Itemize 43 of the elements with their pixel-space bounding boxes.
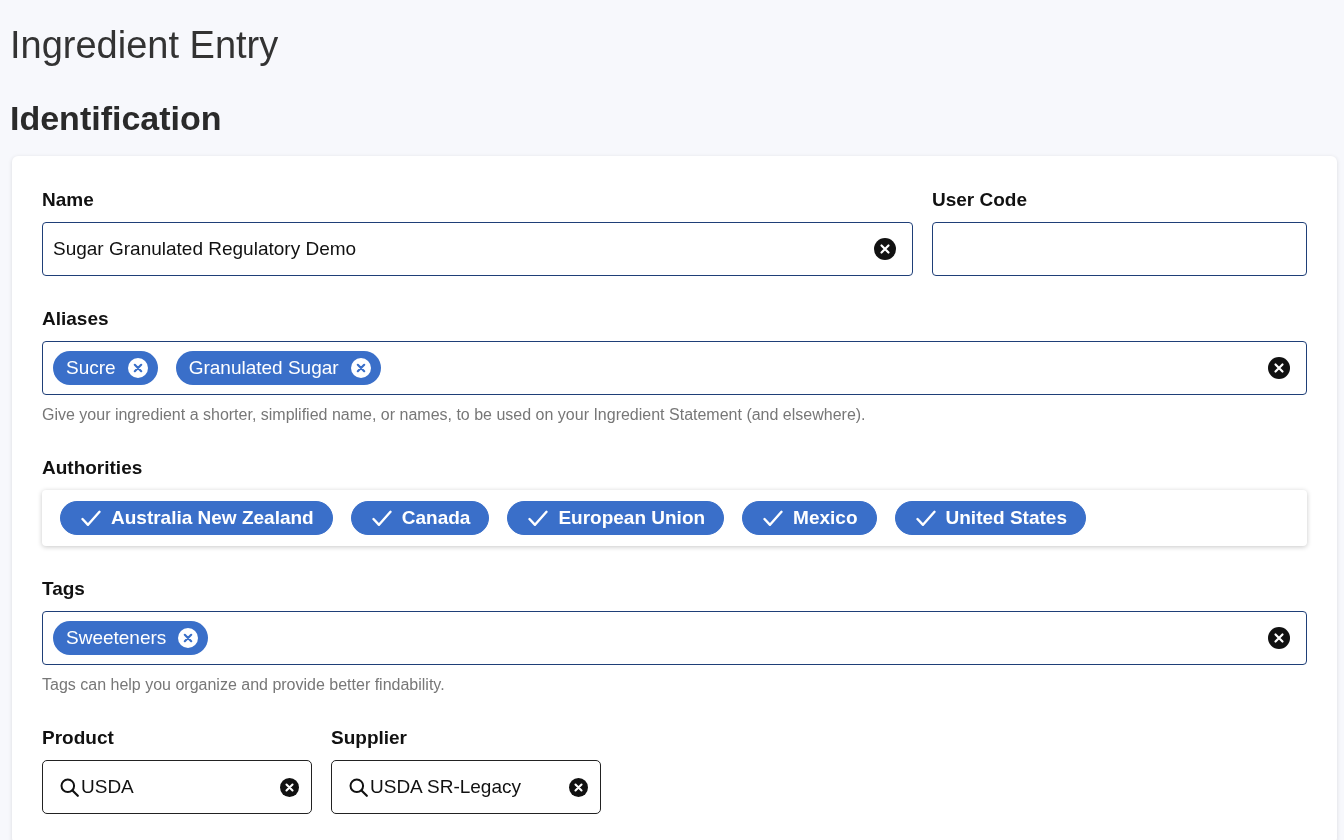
chip-label: Sweeteners <box>66 627 167 649</box>
authority-toggle[interactable]: Canada <box>350 501 490 535</box>
check-icon <box>528 509 549 527</box>
clear-icon[interactable] <box>1268 357 1290 379</box>
field-label: Supplier <box>331 727 407 749</box>
input-value: Sugar Granulated Regulatory Demo <box>53 238 358 260</box>
clear-icon[interactable] <box>569 777 588 797</box>
check-icon <box>915 509 936 527</box>
help-text: Give your ingredient a shorter, simplified name, or names, to be used on your Ingredient Statement (and elsewhere). <box>42 405 866 425</box>
authority-toggle[interactable]: Mexico <box>742 501 877 535</box>
remove-icon[interactable] <box>350 358 371 378</box>
user-code-field[interactable] <box>932 222 1307 276</box>
remove-icon[interactable] <box>127 358 148 378</box>
search-icon <box>60 777 79 797</box>
clear-icon[interactable] <box>280 777 299 797</box>
chip-label: Sucre <box>66 357 116 379</box>
tags-field[interactable]: Sweeteners <box>42 611 1307 665</box>
page-title: Ingredient Entry <box>10 23 279 68</box>
field-label: Aliases <box>42 308 109 330</box>
product-search-field[interactable]: USDA <box>42 760 312 814</box>
authority-toggle[interactable]: Australia New Zealand <box>60 501 333 535</box>
field-label: Authorities <box>42 457 143 479</box>
clear-icon[interactable] <box>874 238 896 260</box>
search-icon <box>349 777 368 797</box>
field-label: User Code <box>932 189 1028 211</box>
name-field[interactable]: Sugar Granulated Regulatory Demo <box>42 222 913 276</box>
help-text: Tags can help you organize and provide better findability. <box>42 675 445 695</box>
section-title: Identification <box>10 98 222 138</box>
authority-toggle[interactable]: United States <box>894 501 1086 535</box>
supplier-search-field[interactable]: USDA SR-Legacy <box>331 760 601 814</box>
input-value: USDA SR-Legacy <box>370 776 522 798</box>
field-label: Name <box>42 189 94 211</box>
clear-icon[interactable] <box>1268 627 1290 649</box>
aliases-field[interactable]: Sucre Granulated Sugar <box>42 341 1307 395</box>
chip-label: Granulated Sugar <box>188 357 339 379</box>
check-icon <box>81 509 101 527</box>
field-label: Tags <box>42 578 85 600</box>
input-value: USDA <box>81 776 135 798</box>
field-label: Product <box>42 727 114 749</box>
check-icon <box>371 509 392 527</box>
check-icon <box>763 509 784 527</box>
authority-toggle[interactable]: European Union <box>507 501 725 535</box>
remove-icon[interactable] <box>178 628 199 648</box>
